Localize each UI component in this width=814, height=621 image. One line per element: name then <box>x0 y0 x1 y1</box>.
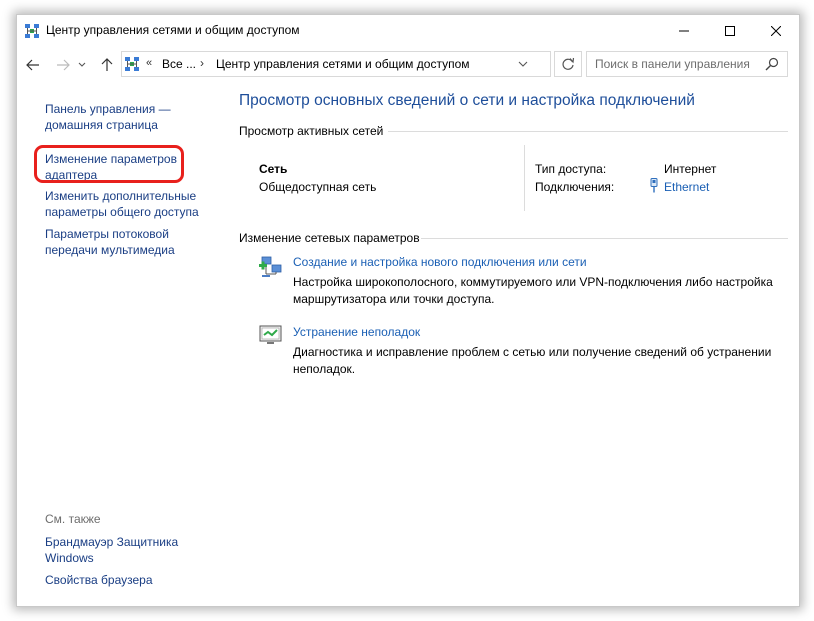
network-divider <box>524 145 525 211</box>
address-bar[interactable]: « Все ... › Центр управления сетями и об… <box>121 51 551 77</box>
troubleshoot-link[interactable]: Устранение неполадок <box>293 325 420 339</box>
sidebar-item-media-streaming[interactable]: Параметры потоковой передачи мультимедиа <box>45 226 185 258</box>
back-button[interactable] <box>23 55 43 75</box>
control-panel-window: Центр управления сетями и общим доступом <box>16 14 800 607</box>
maximize-button[interactable] <box>707 15 753 46</box>
access-type-label: Тип доступа: <box>535 162 607 176</box>
close-button[interactable] <box>753 15 799 46</box>
section-divider <box>421 238 788 239</box>
chevron-down-icon <box>78 62 86 67</box>
search-icon[interactable] <box>765 57 779 74</box>
navigation-bar: « Все ... › Центр управления сетями и об… <box>17 49 799 81</box>
active-networks-header: Просмотр активных сетей <box>239 124 384 138</box>
address-dropdown-button[interactable] <box>518 57 528 74</box>
maximize-icon <box>725 25 735 36</box>
connections-label: Подключения: <box>535 180 615 194</box>
up-button[interactable] <box>97 55 117 75</box>
sidebar-item-sharing-settings[interactable]: Изменить дополнительные параметры общего… <box>45 188 210 220</box>
breadcrumb-current[interactable]: Центр управления сетями и общим доступом <box>216 57 470 71</box>
section-divider <box>388 131 788 132</box>
network-name: Сеть <box>259 162 288 176</box>
arrow-left-icon <box>26 59 39 71</box>
minimize-icon <box>679 30 689 31</box>
forward-button[interactable] <box>53 55 73 75</box>
search-placeholder: Поиск в панели управления <box>595 57 750 71</box>
title-bar: Центр управления сетями и общим доступом <box>17 15 799 46</box>
network-type[interactable]: Общедоступная сеть <box>259 180 376 194</box>
new-connection-link[interactable]: Создание и настройка нового подключения … <box>293 255 587 269</box>
see-also-firewall[interactable]: Брандмауэр Защитника Windows <box>45 534 185 566</box>
sidebar-home-link[interactable]: Панель управления — домашняя страница <box>45 101 215 133</box>
ethernet-connection-link[interactable]: Ethernet <box>664 180 709 194</box>
new-connection-description: Настройка широкополосного, коммутируемог… <box>293 275 773 306</box>
adapter-settings-highlight <box>34 145 184 183</box>
window-title: Центр управления сетями и общим доступом <box>46 23 300 37</box>
breadcrumb-all-items[interactable]: Все ... <box>162 57 196 71</box>
close-icon <box>771 25 781 36</box>
refresh-button[interactable] <box>554 51 582 77</box>
refresh-icon <box>562 57 575 70</box>
change-settings-header: Изменение сетевых параметров <box>239 231 420 245</box>
arrow-right-icon <box>57 59 70 71</box>
see-also-browser-properties[interactable]: Свойства браузера <box>45 572 215 588</box>
access-type-value: Интернет <box>664 162 717 176</box>
arrow-up-icon <box>101 58 113 71</box>
minimize-button[interactable] <box>661 15 707 46</box>
breadcrumb-separator[interactable]: › <box>200 56 204 70</box>
search-input[interactable]: Поиск в панели управления <box>586 51 788 77</box>
network-center-icon <box>125 57 139 74</box>
new-connection-icon <box>259 254 283 281</box>
see-also-label: См. также <box>45 512 101 526</box>
recent-locations-button[interactable] <box>76 55 88 75</box>
troubleshoot-icon <box>259 324 283 349</box>
breadcrumb-overflow[interactable]: « <box>146 57 152 69</box>
ethernet-icon <box>649 178 659 196</box>
network-center-icon <box>25 24 39 41</box>
troubleshoot-description: Диагностика и исправление проблем с сеть… <box>293 345 772 376</box>
page-title: Просмотр основных сведений о сети и наст… <box>239 92 695 109</box>
chevron-down-icon <box>518 61 528 67</box>
